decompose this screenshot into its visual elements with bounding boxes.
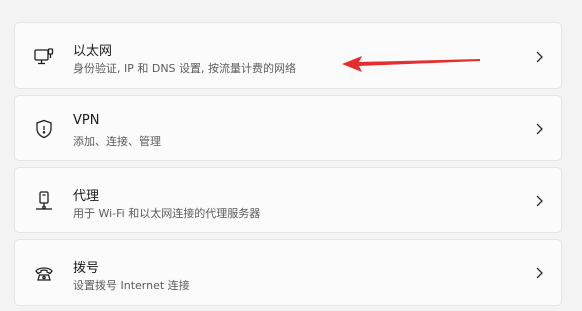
card-title: VPN: [73, 113, 100, 128]
proxy-icon: [33, 190, 55, 212]
chevron-right-icon: [533, 194, 545, 208]
vpn-settings-card[interactable]: VPN 添加、连接、管理: [14, 95, 562, 161]
annotation-arrow: [342, 56, 480, 72]
card-title: 代理: [73, 189, 100, 204]
card-subtitle: 用于 Wi-Fi 和以太网连接的代理服务器: [73, 207, 261, 220]
chevron-right-icon: [533, 50, 545, 64]
card-title: 以太网: [73, 44, 113, 59]
card-title: 拨号: [73, 261, 100, 276]
ethernet-icon: [33, 46, 55, 68]
card-subtitle: 添加、连接、管理: [73, 135, 161, 148]
proxy-settings-card[interactable]: 代理 用于 Wi-Fi 和以太网连接的代理服务器: [14, 167, 562, 233]
card-subtitle: 设置拨号 Internet 连接: [73, 279, 190, 292]
chevron-right-icon: [533, 266, 545, 280]
dial-up-settings-card[interactable]: 拨号 设置拨号 Internet 连接: [14, 239, 562, 306]
dial-up-icon: [33, 262, 55, 284]
vpn-shield-icon: [33, 118, 55, 140]
card-subtitle: 身份验证, IP 和 DNS 设置, 按流量计费的网络: [73, 62, 297, 75]
chevron-right-icon: [533, 122, 545, 136]
